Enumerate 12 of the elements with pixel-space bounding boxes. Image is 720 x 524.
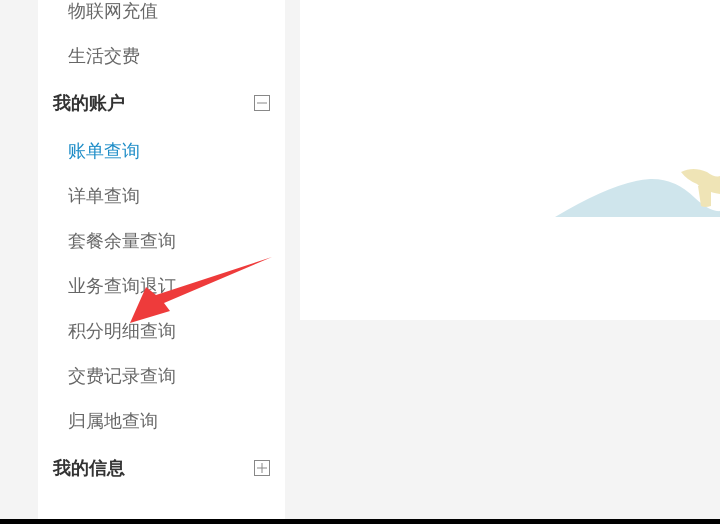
expand-icon[interactable] (254, 460, 270, 476)
menu-item[interactable]: 归属地查询 (38, 398, 285, 443)
collapse-icon[interactable] (254, 95, 270, 111)
menu-item[interactable]: 套餐余量查询 (38, 218, 285, 263)
menu-item[interactable]: 物联网充值 (38, 0, 285, 33)
menu-item[interactable]: 账单查询 (38, 128, 285, 173)
menu-item[interactable]: 详单查询 (38, 173, 285, 218)
section-title[interactable]: 我的信息 (53, 456, 125, 480)
section-title[interactable]: 我的账户 (53, 91, 125, 115)
menu-item[interactable]: 生活交费 (38, 33, 285, 78)
menu-item[interactable]: 积分明细查询 (38, 308, 285, 353)
menu-item[interactable]: 交费记录查询 (38, 353, 285, 398)
